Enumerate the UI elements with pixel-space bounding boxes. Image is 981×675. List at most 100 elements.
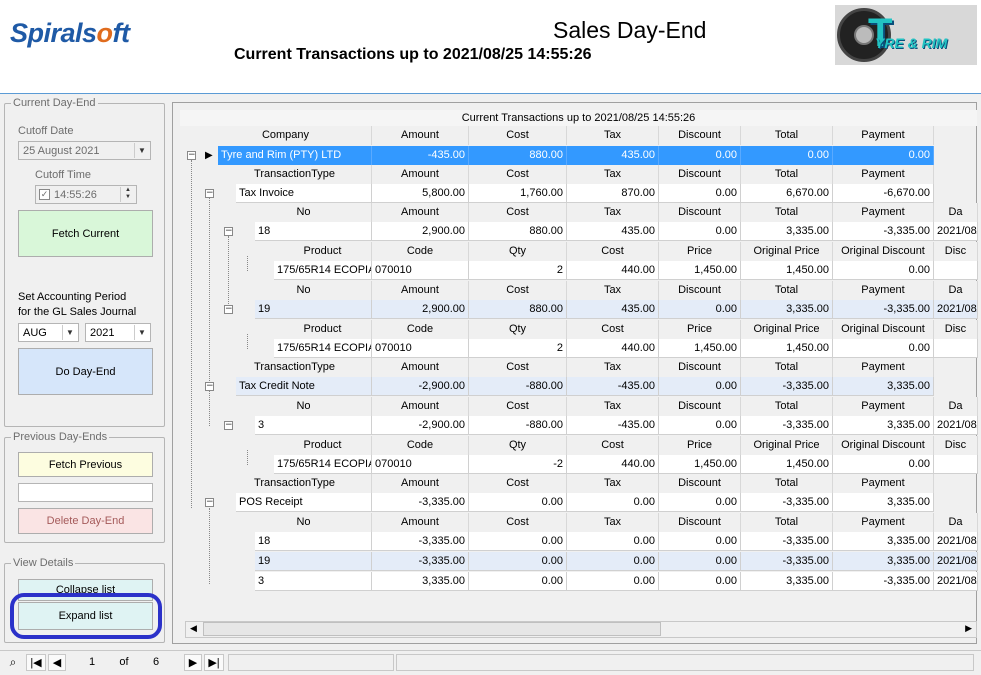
grid-cell[interactable]: -3,335.00 (741, 552, 833, 571)
grid-cell[interactable]: 435.00 (567, 300, 659, 319)
grid-cell[interactable]: 880.00 (469, 146, 567, 165)
grid-cell[interactable]: 5,800.00 (372, 184, 469, 203)
grid-cell[interactable]: 3,335.00 (833, 552, 934, 571)
year-select[interactable]: 2021 ▼ (85, 323, 151, 342)
collapse-toggle-icon[interactable]: − (224, 227, 233, 236)
grid-cell[interactable]: 880.00 (469, 300, 567, 319)
grid-cell[interactable]: 18 (255, 222, 372, 241)
grid-cell[interactable]: 0.00 (833, 339, 934, 358)
grid-cell[interactable]: 3 (255, 416, 372, 435)
grid-cell[interactable]: -435.00 (567, 377, 659, 396)
grid-cell[interactable]: 0.00 (659, 532, 741, 551)
grid-cell[interactable]: -3,335.00 (741, 416, 833, 435)
grid-cell[interactable]: 0.00 (659, 146, 741, 165)
grid-cell[interactable]: -2,900.00 (372, 416, 469, 435)
grid-cell[interactable]: -3,335.00 (833, 572, 934, 591)
grid-cell[interactable]: 1,450.00 (659, 455, 741, 474)
grid-cell[interactable]: 2,900.00 (372, 300, 469, 319)
last-page-icon[interactable]: ▶| (204, 654, 224, 671)
grid-cell[interactable]: 0.00 (659, 300, 741, 319)
grid-cell[interactable]: 2 (469, 261, 567, 280)
grid-cell[interactable]: 175/65R14 ECOPIA (274, 339, 372, 358)
grid-cell[interactable]: 2021/08/ (934, 532, 978, 551)
grid-cell[interactable] (934, 339, 978, 358)
grid-cell[interactable]: -3,335.00 (741, 377, 833, 396)
grid-cell[interactable]: -3,335.00 (741, 532, 833, 551)
grid-cell[interactable]: 070010 (372, 339, 469, 358)
grid-cell[interactable]: 6,670.00 (741, 184, 833, 203)
grid-cell[interactable]: -880.00 (469, 416, 567, 435)
fetch-previous-button[interactable]: Fetch Previous (18, 452, 153, 477)
grid-cell[interactable]: 1,450.00 (741, 339, 833, 358)
grid-cell[interactable]: 070010 (372, 261, 469, 280)
grid-cell[interactable]: 870.00 (567, 184, 659, 203)
grid-cell[interactable]: 0.00 (469, 572, 567, 591)
grid-cell[interactable]: -6,670.00 (833, 184, 934, 203)
previous-dayend-field[interactable] (18, 483, 153, 502)
grid-cell[interactable]: 3,335.00 (741, 222, 833, 241)
grid-cell[interactable]: Tax Invoice (236, 184, 372, 203)
grid-cell[interactable]: 0.00 (567, 572, 659, 591)
grid-cell[interactable]: 0.00 (567, 532, 659, 551)
collapse-toggle-icon[interactable]: − (187, 151, 196, 160)
grid-cell[interactable]: -880.00 (469, 377, 567, 396)
grid-cell[interactable]: 2021/08/ (934, 572, 978, 591)
grid-cell[interactable]: 1,450.00 (659, 261, 741, 280)
grid-cell[interactable]: 435.00 (567, 146, 659, 165)
grid-cell[interactable]: 0.00 (567, 552, 659, 571)
grid-cell[interactable]: 0.00 (833, 261, 934, 280)
binoculars-icon[interactable]: ⌕ (4, 654, 22, 671)
grid-cell[interactable]: -2 (469, 455, 567, 474)
grid-cell[interactable]: 19 (255, 300, 372, 319)
grid-cell[interactable]: 175/65R14 ECOPIA (274, 455, 372, 474)
grid-cell[interactable]: 0.00 (659, 377, 741, 396)
fetch-current-button[interactable]: Fetch Current (18, 210, 153, 257)
grid-cell[interactable]: Tax Credit Note (236, 377, 372, 396)
cutoff-time-checkbox[interactable]: ✓ (39, 189, 50, 200)
prev-page-icon[interactable]: ◀ (48, 654, 66, 671)
grid-cell[interactable]: 0.00 (659, 552, 741, 571)
scroll-right-icon[interactable]: ▶ (965, 624, 972, 634)
grid-cell[interactable]: 0.00 (659, 222, 741, 241)
grid-cell[interactable]: 0.00 (659, 572, 741, 591)
grid-cell[interactable]: 3,335.00 (372, 572, 469, 591)
grid-cell[interactable]: 2,900.00 (372, 222, 469, 241)
grid-cell[interactable]: 3,335.00 (833, 377, 934, 396)
horizontal-scroll-thumb[interactable] (203, 622, 661, 636)
grid-cell[interactable]: 0.00 (741, 146, 833, 165)
grid-cell[interactable]: 18 (255, 532, 372, 551)
collapse-toggle-icon[interactable]: − (205, 189, 214, 198)
grid-cell[interactable]: 1,760.00 (469, 184, 567, 203)
grid-cell[interactable]: 3 (255, 572, 372, 591)
grid-cell[interactable]: 435.00 (567, 222, 659, 241)
grid-cell[interactable]: -435.00 (567, 416, 659, 435)
grid-cell[interactable]: 0.00 (659, 416, 741, 435)
grid-cell[interactable]: 175/65R14 ECOPIA (274, 261, 372, 280)
grid-cell[interactable]: 2 (469, 339, 567, 358)
grid-cell[interactable]: -2,900.00 (372, 377, 469, 396)
month-select[interactable]: AUG ▼ (18, 323, 79, 342)
page-number[interactable]: 1 (68, 654, 116, 671)
grid-cell[interactable]: 0.00 (567, 493, 659, 512)
grid-cell[interactable]: POS Receipt (236, 493, 372, 512)
scroll-left-icon[interactable]: ◀ (190, 624, 197, 634)
cutoff-time-picker[interactable]: ✓ 14:55:26 ▲ ▼ (35, 185, 137, 204)
delete-dayend-button[interactable]: Delete Day-End (18, 508, 153, 534)
grid-cell[interactable]: 070010 (372, 455, 469, 474)
grid-cell[interactable]: 2021/08/ (934, 416, 978, 435)
collapse-toggle-icon[interactable]: − (205, 498, 214, 507)
grid-cell[interactable]: 0.00 (469, 493, 567, 512)
grid-cell[interactable]: -3,335.00 (741, 493, 833, 512)
grid-cell[interactable]: 1,450.00 (659, 339, 741, 358)
grid-cell[interactable]: 440.00 (567, 455, 659, 474)
grid-cell[interactable]: 3,335.00 (741, 572, 833, 591)
grid-cell[interactable]: 2021/08/ (934, 222, 978, 241)
grid-cell[interactable]: 1,450.00 (741, 455, 833, 474)
grid-cell[interactable] (934, 455, 978, 474)
collapse-toggle-icon[interactable]: − (224, 305, 233, 314)
collapse-toggle-icon[interactable]: − (205, 382, 214, 391)
do-dayend-button[interactable]: Do Day-End (18, 348, 153, 395)
cutoff-date-picker[interactable]: 25 August 2021 ▼ (18, 141, 151, 160)
grid-cell[interactable]: 1,450.00 (741, 261, 833, 280)
chevron-down-icon[interactable]: ▼ (134, 143, 149, 158)
